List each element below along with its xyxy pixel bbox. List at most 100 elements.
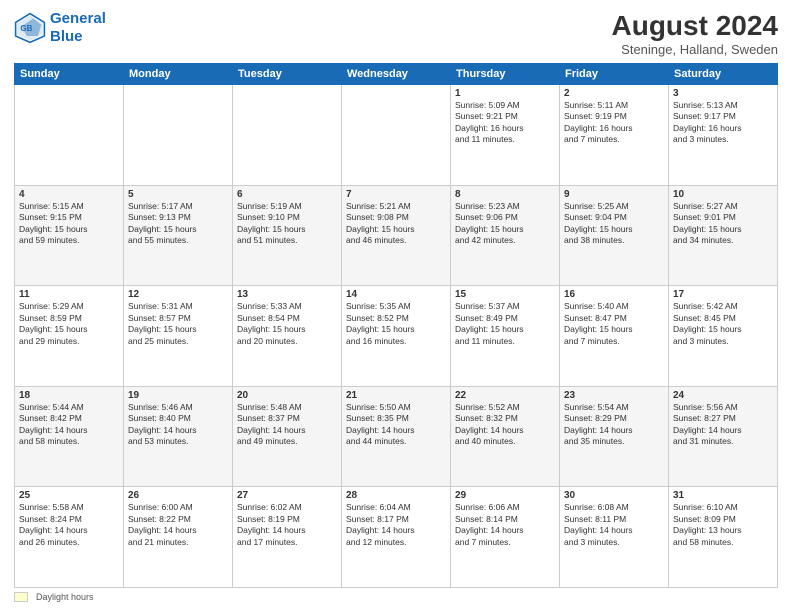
day-detail: Sunrise: 5:52 AM Sunset: 8:32 PM Dayligh… xyxy=(455,402,555,448)
day-number: 6 xyxy=(237,189,337,200)
calendar-cell: 1Sunrise: 5:09 AM Sunset: 9:21 PM Daylig… xyxy=(451,85,560,186)
day-detail: Sunrise: 5:37 AM Sunset: 8:49 PM Dayligh… xyxy=(455,301,555,347)
day-number: 4 xyxy=(19,189,119,200)
day-detail: Sunrise: 5:40 AM Sunset: 8:47 PM Dayligh… xyxy=(564,301,664,347)
calendar-cell: 13Sunrise: 5:33 AM Sunset: 8:54 PM Dayli… xyxy=(233,286,342,387)
calendar-cell: 12Sunrise: 5:31 AM Sunset: 8:57 PM Dayli… xyxy=(124,286,233,387)
day-number: 11 xyxy=(19,289,119,300)
col-wednesday: Wednesday xyxy=(342,64,451,85)
calendar-cell: 22Sunrise: 5:52 AM Sunset: 8:32 PM Dayli… xyxy=(451,386,560,487)
calendar-week-row-2: 11Sunrise: 5:29 AM Sunset: 8:59 PM Dayli… xyxy=(15,286,778,387)
day-detail: Sunrise: 6:06 AM Sunset: 8:14 PM Dayligh… xyxy=(455,502,555,548)
col-saturday: Saturday xyxy=(669,64,778,85)
col-friday: Friday xyxy=(560,64,669,85)
day-detail: Sunrise: 5:54 AM Sunset: 8:29 PM Dayligh… xyxy=(564,402,664,448)
daylight-label: Daylight hours xyxy=(36,592,94,602)
calendar-cell xyxy=(124,85,233,186)
calendar-cell: 5Sunrise: 5:17 AM Sunset: 9:13 PM Daylig… xyxy=(124,185,233,286)
day-detail: Sunrise: 6:08 AM Sunset: 8:11 PM Dayligh… xyxy=(564,502,664,548)
day-detail: Sunrise: 5:27 AM Sunset: 9:01 PM Dayligh… xyxy=(673,201,773,247)
page: GB General Blue August 2024 Steninge, Ha… xyxy=(0,0,792,612)
day-number: 30 xyxy=(564,490,664,501)
col-tuesday: Tuesday xyxy=(233,64,342,85)
calendar-week-row-3: 18Sunrise: 5:44 AM Sunset: 8:42 PM Dayli… xyxy=(15,386,778,487)
day-detail: Sunrise: 5:25 AM Sunset: 9:04 PM Dayligh… xyxy=(564,201,664,247)
day-detail: Sunrise: 5:42 AM Sunset: 8:45 PM Dayligh… xyxy=(673,301,773,347)
day-number: 24 xyxy=(673,390,773,401)
day-detail: Sunrise: 5:19 AM Sunset: 9:10 PM Dayligh… xyxy=(237,201,337,247)
day-number: 17 xyxy=(673,289,773,300)
day-number: 29 xyxy=(455,490,555,501)
day-number: 15 xyxy=(455,289,555,300)
calendar-cell: 31Sunrise: 6:10 AM Sunset: 8:09 PM Dayli… xyxy=(669,487,778,588)
day-number: 26 xyxy=(128,490,228,501)
calendar-week-row-4: 25Sunrise: 5:58 AM Sunset: 8:24 PM Dayli… xyxy=(15,487,778,588)
calendar-cell: 14Sunrise: 5:35 AM Sunset: 8:52 PM Dayli… xyxy=(342,286,451,387)
day-number: 22 xyxy=(455,390,555,401)
day-number: 2 xyxy=(564,88,664,99)
calendar-cell: 19Sunrise: 5:46 AM Sunset: 8:40 PM Dayli… xyxy=(124,386,233,487)
day-number: 1 xyxy=(455,88,555,99)
calendar-cell: 25Sunrise: 5:58 AM Sunset: 8:24 PM Dayli… xyxy=(15,487,124,588)
calendar-cell xyxy=(15,85,124,186)
day-detail: Sunrise: 5:50 AM Sunset: 8:35 PM Dayligh… xyxy=(346,402,446,448)
month-year: August 2024 xyxy=(612,10,779,42)
day-detail: Sunrise: 5:58 AM Sunset: 8:24 PM Dayligh… xyxy=(19,502,119,548)
col-thursday: Thursday xyxy=(451,64,560,85)
calendar-cell: 23Sunrise: 5:54 AM Sunset: 8:29 PM Dayli… xyxy=(560,386,669,487)
day-detail: Sunrise: 5:48 AM Sunset: 8:37 PM Dayligh… xyxy=(237,402,337,448)
header: GB General Blue August 2024 Steninge, Ha… xyxy=(14,10,778,57)
day-detail: Sunrise: 5:09 AM Sunset: 9:21 PM Dayligh… xyxy=(455,100,555,146)
calendar-cell: 16Sunrise: 5:40 AM Sunset: 8:47 PM Dayli… xyxy=(560,286,669,387)
svg-text:GB: GB xyxy=(20,24,32,33)
calendar-cell: 7Sunrise: 5:21 AM Sunset: 9:08 PM Daylig… xyxy=(342,185,451,286)
calendar-cell: 4Sunrise: 5:15 AM Sunset: 9:15 PM Daylig… xyxy=(15,185,124,286)
calendar-cell: 28Sunrise: 6:04 AM Sunset: 8:17 PM Dayli… xyxy=(342,487,451,588)
day-detail: Sunrise: 6:02 AM Sunset: 8:19 PM Dayligh… xyxy=(237,502,337,548)
day-number: 25 xyxy=(19,490,119,501)
calendar-cell: 30Sunrise: 6:08 AM Sunset: 8:11 PM Dayli… xyxy=(560,487,669,588)
calendar-cell: 27Sunrise: 6:02 AM Sunset: 8:19 PM Dayli… xyxy=(233,487,342,588)
calendar-cell: 3Sunrise: 5:13 AM Sunset: 9:17 PM Daylig… xyxy=(669,85,778,186)
logo-icon: GB xyxy=(14,12,46,44)
logo-blue: Blue xyxy=(50,28,83,45)
day-number: 10 xyxy=(673,189,773,200)
daylight-swatch xyxy=(14,592,28,602)
day-number: 20 xyxy=(237,390,337,401)
day-number: 27 xyxy=(237,490,337,501)
title-block: August 2024 Steninge, Halland, Sweden xyxy=(612,10,779,57)
calendar-cell: 11Sunrise: 5:29 AM Sunset: 8:59 PM Dayli… xyxy=(15,286,124,387)
day-detail: Sunrise: 5:13 AM Sunset: 9:17 PM Dayligh… xyxy=(673,100,773,146)
day-number: 31 xyxy=(673,490,773,501)
day-detail: Sunrise: 5:33 AM Sunset: 8:54 PM Dayligh… xyxy=(237,301,337,347)
day-detail: Sunrise: 5:17 AM Sunset: 9:13 PM Dayligh… xyxy=(128,201,228,247)
day-detail: Sunrise: 5:15 AM Sunset: 9:15 PM Dayligh… xyxy=(19,201,119,247)
day-number: 21 xyxy=(346,390,446,401)
calendar-cell xyxy=(342,85,451,186)
day-number: 16 xyxy=(564,289,664,300)
day-number: 18 xyxy=(19,390,119,401)
calendar-cell: 17Sunrise: 5:42 AM Sunset: 8:45 PM Dayli… xyxy=(669,286,778,387)
day-number: 13 xyxy=(237,289,337,300)
calendar-cell: 15Sunrise: 5:37 AM Sunset: 8:49 PM Dayli… xyxy=(451,286,560,387)
day-detail: Sunrise: 5:11 AM Sunset: 9:19 PM Dayligh… xyxy=(564,100,664,146)
day-detail: Sunrise: 5:29 AM Sunset: 8:59 PM Dayligh… xyxy=(19,301,119,347)
calendar-week-row-0: 1Sunrise: 5:09 AM Sunset: 9:21 PM Daylig… xyxy=(15,85,778,186)
calendar-cell: 2Sunrise: 5:11 AM Sunset: 9:19 PM Daylig… xyxy=(560,85,669,186)
day-detail: Sunrise: 6:04 AM Sunset: 8:17 PM Dayligh… xyxy=(346,502,446,548)
day-detail: Sunrise: 6:00 AM Sunset: 8:22 PM Dayligh… xyxy=(128,502,228,548)
day-number: 19 xyxy=(128,390,228,401)
day-detail: Sunrise: 5:44 AM Sunset: 8:42 PM Dayligh… xyxy=(19,402,119,448)
logo: GB General Blue xyxy=(14,10,106,46)
day-number: 23 xyxy=(564,390,664,401)
day-detail: Sunrise: 5:31 AM Sunset: 8:57 PM Dayligh… xyxy=(128,301,228,347)
day-detail: Sunrise: 5:21 AM Sunset: 9:08 PM Dayligh… xyxy=(346,201,446,247)
calendar-cell: 20Sunrise: 5:48 AM Sunset: 8:37 PM Dayli… xyxy=(233,386,342,487)
calendar-cell xyxy=(233,85,342,186)
day-number: 5 xyxy=(128,189,228,200)
footer-bar: Daylight hours xyxy=(14,592,778,602)
location: Steninge, Halland, Sweden xyxy=(612,42,779,57)
calendar-cell: 24Sunrise: 5:56 AM Sunset: 8:27 PM Dayli… xyxy=(669,386,778,487)
calendar-cell: 9Sunrise: 5:25 AM Sunset: 9:04 PM Daylig… xyxy=(560,185,669,286)
calendar-cell: 29Sunrise: 6:06 AM Sunset: 8:14 PM Dayli… xyxy=(451,487,560,588)
